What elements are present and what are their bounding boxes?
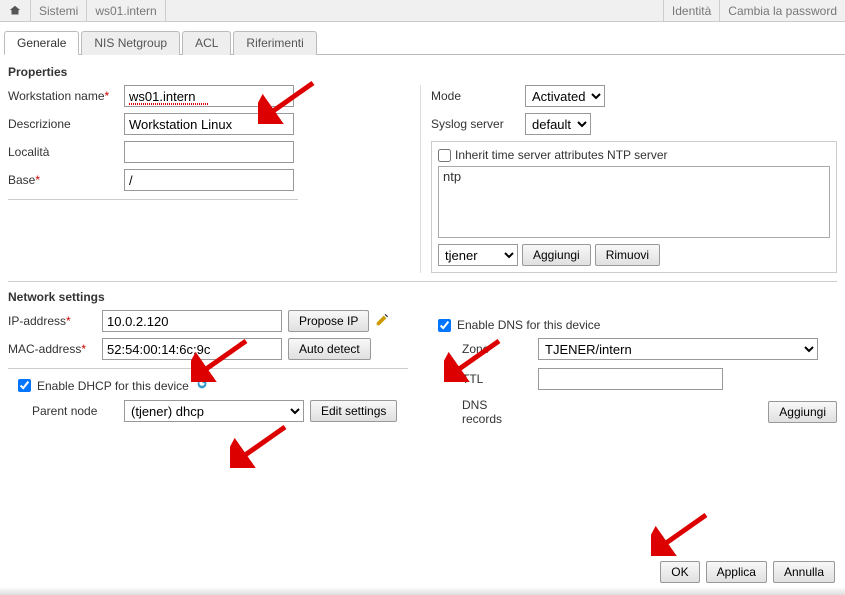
divider [8, 281, 837, 282]
properties-left: Workstation name* Descrizione Località B… [8, 85, 421, 273]
footer: OK Applica Annulla [660, 561, 835, 583]
mac-label: MAC-address* [8, 342, 96, 356]
tab-acl[interactable]: ACL [182, 31, 231, 55]
edit-settings-button[interactable]: Edit settings [310, 400, 397, 422]
breadcrumb-bar: Sistemi ws01.intern Identità Cambia la p… [0, 0, 845, 22]
syslog-label: Syslog server [431, 117, 519, 131]
network-right: Enable DNS for this device Zone TJENER/i… [438, 310, 837, 434]
dhcp-checkbox[interactable] [18, 379, 31, 392]
ntp-add-button[interactable]: Aggiungi [522, 244, 591, 266]
tab-nis[interactable]: NIS Netgroup [81, 31, 180, 55]
dns-add-button[interactable]: Aggiungi [768, 401, 837, 423]
zone-label: Zone [438, 342, 528, 356]
bottom-shadow [0, 587, 845, 595]
properties-cols: Workstation name* Descrizione Località B… [8, 85, 837, 273]
content: Properties Workstation name* Descrizione… [0, 55, 845, 434]
zone-select[interactable]: TJENER/intern [538, 338, 818, 360]
ntp-server-select[interactable]: tjener [438, 244, 518, 266]
breadcrumb-left: Sistemi ws01.intern [0, 0, 663, 21]
refresh-icon[interactable] [195, 377, 209, 394]
tab-general[interactable]: Generale [4, 31, 79, 55]
dns-checkbox[interactable] [438, 319, 451, 332]
breadcrumb-right: Identità Cambia la password [663, 0, 845, 21]
dns-records-label: DNS records [438, 398, 528, 426]
divider [8, 199, 298, 200]
pencil-icon[interactable] [375, 313, 389, 330]
network-cols: IP-address* Propose IP MAC-address* Auto… [8, 310, 837, 434]
propose-ip-button[interactable]: Propose IP [288, 310, 369, 332]
divider [8, 368, 408, 369]
description-input[interactable] [124, 113, 294, 135]
base-input[interactable] [124, 169, 294, 191]
ntp-list-item[interactable]: ntp [443, 169, 825, 184]
systems-link[interactable]: Sistemi [31, 0, 87, 21]
mode-select[interactable]: Activated [525, 85, 605, 107]
ttl-input[interactable] [538, 368, 723, 390]
workstation-name-label: Workstation name* [8, 89, 118, 103]
ntp-block: Inherit time server attributes NTP serve… [431, 141, 837, 273]
properties-right: Mode Activated Syslog server default Inh… [431, 85, 837, 273]
mode-label: Mode [431, 89, 519, 103]
ntp-inherit-checkbox[interactable] [438, 149, 451, 162]
dhcp-label: Enable DHCP for this device [37, 379, 189, 393]
ntp-list[interactable]: ntp [438, 166, 830, 238]
ip-input[interactable] [102, 310, 282, 332]
ntp-inherit-label: Inherit time server attributes NTP serve… [455, 148, 668, 162]
tabs: Generale NIS Netgroup ACL Riferimenti [4, 30, 845, 55]
syslog-select[interactable]: default [525, 113, 591, 135]
node-crumb[interactable]: ws01.intern [87, 0, 165, 21]
home-icon [8, 4, 22, 18]
cancel-button[interactable]: Annulla [773, 561, 835, 583]
network-title: Network settings [8, 290, 837, 304]
location-label: Località [8, 145, 118, 159]
autodetect-button[interactable]: Auto detect [288, 338, 371, 360]
description-label: Descrizione [8, 117, 118, 131]
tab-refs[interactable]: Riferimenti [233, 31, 316, 55]
workstation-name-input[interactable] [124, 85, 294, 107]
dns-enable-label: Enable DNS for this device [457, 318, 600, 332]
location-input[interactable] [124, 141, 294, 163]
base-label: Base* [8, 173, 118, 187]
ok-button[interactable]: OK [660, 561, 699, 583]
apply-button[interactable]: Applica [706, 561, 767, 583]
home-link[interactable] [0, 0, 31, 21]
ttl-label: TTL [438, 372, 528, 386]
ntp-remove-button[interactable]: Rimuovi [595, 244, 660, 266]
network-left: IP-address* Propose IP MAC-address* Auto… [8, 310, 408, 434]
properties-title: Properties [8, 65, 837, 79]
change-password-link[interactable]: Cambia la password [719, 0, 845, 21]
parent-node-label: Parent node [32, 404, 118, 418]
annotation-arrow [651, 510, 711, 556]
parent-node-select[interactable]: (tjener) dhcp [124, 400, 304, 422]
identity-link[interactable]: Identità [663, 0, 719, 21]
ip-label: IP-address* [8, 314, 96, 328]
mac-input[interactable] [102, 338, 282, 360]
